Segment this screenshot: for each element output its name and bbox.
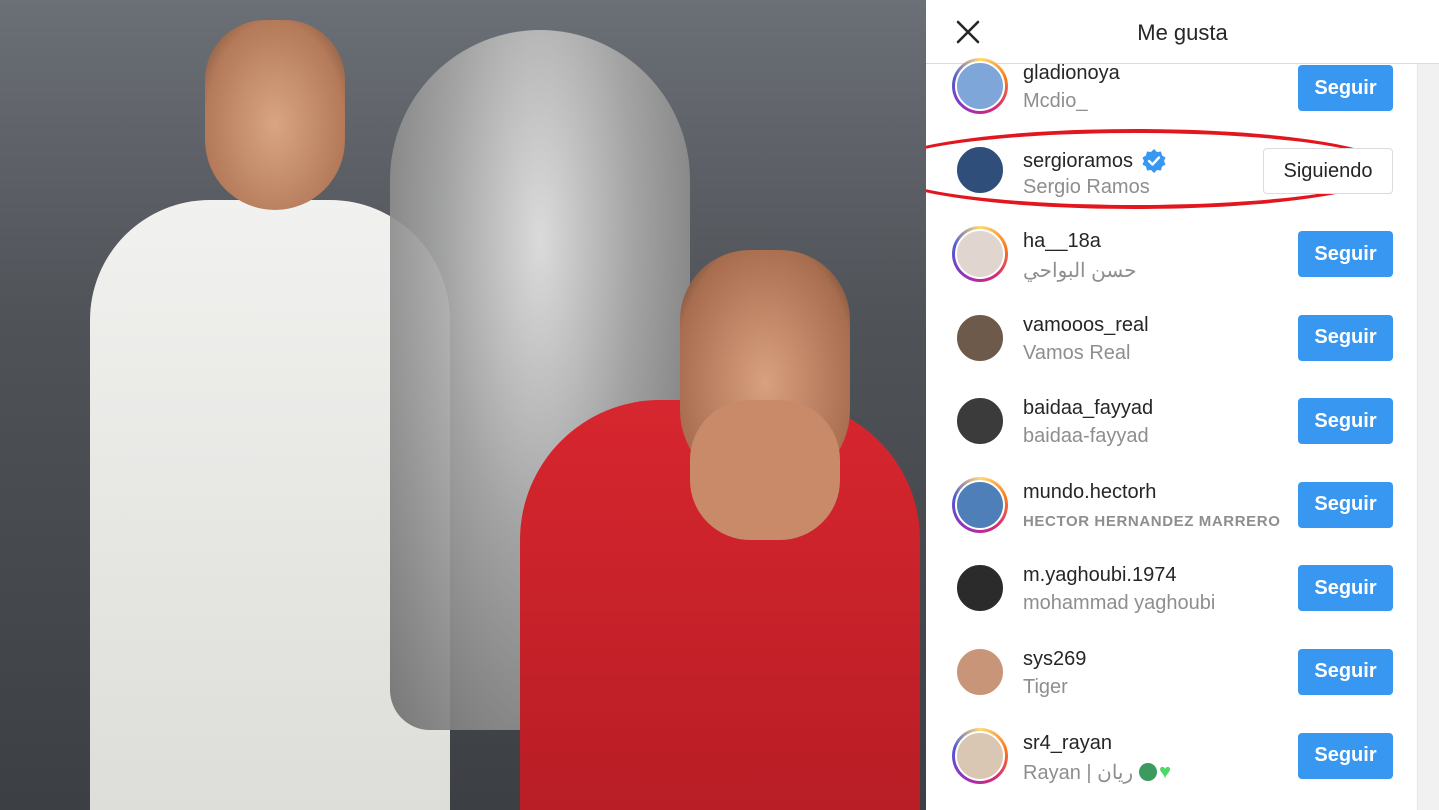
avatar[interactable]	[952, 644, 1008, 700]
username-text[interactable]: m.yaghoubi.1974	[1023, 564, 1176, 587]
green-circle-icon	[1139, 763, 1158, 782]
full-name: Rayan | ريان ♥	[1023, 760, 1171, 785]
full-name: Tiger	[1023, 675, 1068, 698]
emoji-group: ♥	[1139, 761, 1172, 784]
follow-button[interactable]: Seguir	[1298, 314, 1393, 361]
avatar[interactable]	[952, 142, 1008, 198]
full-name: baidaa-fayyad	[1023, 425, 1149, 448]
likes-list: gladionoya Mcdio_ Seguir sergioramos Ser…	[926, 58, 1416, 799]
full-name: حسن البواحي	[1023, 260, 1137, 282]
username[interactable]: vamooos_real	[1023, 314, 1149, 337]
username-text[interactable]: vamooos_real	[1023, 314, 1149, 337]
username[interactable]: ha__18a	[1023, 230, 1101, 253]
avatar[interactable]	[952, 727, 1008, 784]
follow-button[interactable]: Seguir	[1298, 481, 1393, 528]
list-item[interactable]: sr4_rayan Rayan | ريان ♥ Seguir	[926, 715, 1416, 799]
dialog-title: Me gusta	[1137, 20, 1228, 45]
full-name: HECTOR HERNANDEZ MARRERO	[1023, 512, 1281, 530]
username[interactable]: sergioramos	[1023, 148, 1167, 174]
avatar[interactable]	[952, 226, 1008, 282]
list-item[interactable]: ha__18a حسن البواحي Seguir	[926, 213, 1416, 297]
avatar[interactable]	[952, 310, 1008, 366]
list-item[interactable]: mundo.hectorh HECTOR HERNANDEZ MARRERO S…	[926, 464, 1416, 548]
username-text[interactable]: gladionoya	[1023, 62, 1120, 85]
list-item[interactable]: m.yaghoubi.1974 mohammad yaghoubi Seguir	[926, 547, 1416, 631]
list-item[interactable]: sys269 Tiger Seguir	[926, 631, 1416, 715]
avatar[interactable]	[952, 58, 1008, 114]
follow-button[interactable]: Seguir	[1298, 398, 1393, 445]
avatar[interactable]	[952, 560, 1008, 616]
username[interactable]: baidaa_fayyad	[1023, 397, 1153, 420]
list-item[interactable]: gladionoya Mcdio_ Seguir	[926, 58, 1416, 129]
full-name: Sergio Ramos	[1023, 176, 1150, 198]
avatar-image	[955, 479, 1005, 530]
list-item[interactable]: baidaa_fayyad baidaa-fayyad Seguir	[926, 380, 1416, 464]
username[interactable]: mundo.hectorh	[1023, 481, 1156, 504]
dialog-header: Me gusta	[926, 0, 1439, 64]
verified-badge-icon	[1141, 148, 1167, 174]
following-button[interactable]: Siguiendo	[1263, 148, 1393, 194]
username-text[interactable]: sys269	[1023, 648, 1086, 671]
avatar[interactable]	[952, 393, 1008, 449]
likes-dialog: Me gusta gladionoya Mcdio_ Seguir sergio…	[926, 0, 1439, 810]
avatar-image	[955, 563, 1005, 614]
follow-button[interactable]: Seguir	[1298, 65, 1393, 111]
avatar-image	[955, 61, 1005, 111]
username-text[interactable]: ha__18a	[1023, 230, 1101, 253]
list-item[interactable]: sergioramos Sergio Ramos Siguiendo	[926, 129, 1416, 213]
player-right-hands	[690, 400, 840, 540]
full-name-text: Rayan | ريان	[1023, 761, 1134, 784]
avatar-image	[955, 312, 1005, 363]
username[interactable]: sys269	[1023, 648, 1086, 671]
scrollbar[interactable]	[1417, 64, 1439, 810]
avatar-image	[955, 145, 1005, 195]
avatar-image	[955, 646, 1005, 697]
list-item[interactable]: vamooos_real Vamos Real Seguir	[926, 297, 1416, 381]
composite-photo	[0, 0, 926, 810]
player-left-head	[205, 20, 345, 210]
avatar-image	[955, 229, 1005, 279]
avatar-image	[955, 730, 1005, 781]
full-name: mohammad yaghoubi	[1023, 592, 1216, 615]
follow-button[interactable]: Seguir	[1298, 231, 1393, 277]
username[interactable]: sr4_rayan	[1023, 732, 1112, 755]
avatar-image	[955, 396, 1005, 447]
avatar[interactable]	[952, 476, 1008, 533]
username-text[interactable]: baidaa_fayyad	[1023, 397, 1153, 420]
follow-button[interactable]: Seguir	[1298, 732, 1393, 779]
username-text[interactable]: mundo.hectorh	[1023, 481, 1156, 504]
green-heart-icon: ♥	[1159, 761, 1172, 784]
full-name: Mcdio_	[1023, 90, 1088, 112]
follow-button[interactable]: Seguir	[1298, 565, 1393, 612]
full-name: Vamos Real	[1023, 341, 1131, 364]
follow-button[interactable]: Seguir	[1298, 648, 1393, 695]
username-text[interactable]: sr4_rayan	[1023, 732, 1112, 755]
username-text[interactable]: sergioramos	[1023, 150, 1133, 173]
username[interactable]: gladionoya	[1023, 62, 1120, 85]
username[interactable]: m.yaghoubi.1974	[1023, 564, 1176, 587]
